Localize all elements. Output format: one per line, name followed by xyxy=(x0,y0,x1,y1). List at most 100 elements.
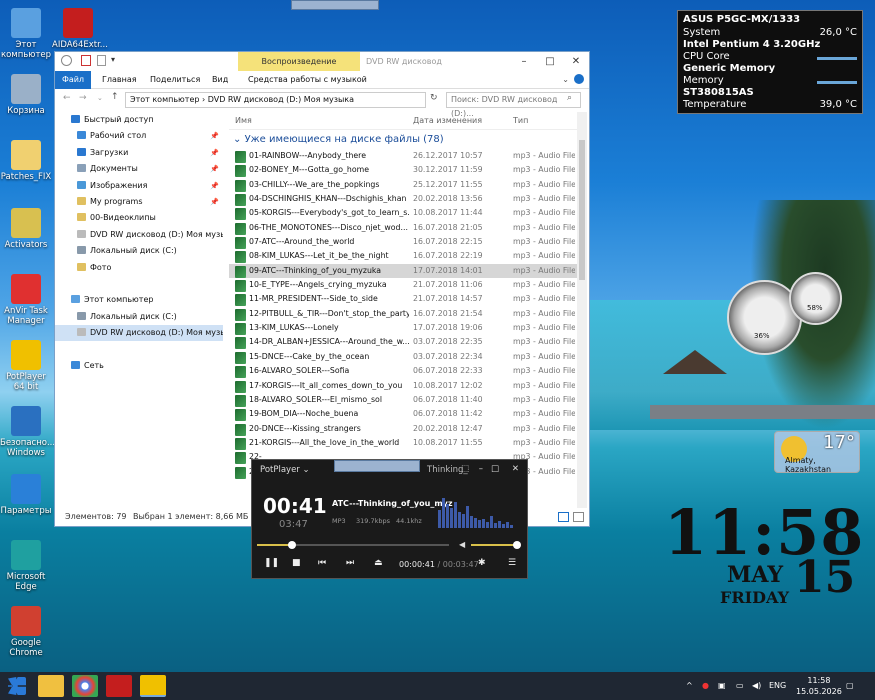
recent-icon[interactable]: ⌄ xyxy=(97,94,103,102)
tray-network-icon[interactable]: ▭ xyxy=(736,672,744,700)
tab-view[interactable]: Вид xyxy=(205,71,235,89)
pin-icon[interactable]: 📌 xyxy=(210,161,219,177)
tray-app-icon[interactable]: ▣ xyxy=(718,672,726,700)
nav-item[interactable]: DVD RW дисковод (D:) Моя музыка xyxy=(55,227,223,243)
desktop-icon[interactable]: Activators xyxy=(0,208,52,250)
nav-item[interactable]: Локальный диск (C:) xyxy=(55,309,223,325)
maximize-icon[interactable]: □ xyxy=(491,464,499,474)
previous-icon[interactable]: ⏮ xyxy=(318,558,326,568)
file-row[interactable]: 21-KORGIS---All_the_love_in_the_world 10.… xyxy=(229,436,577,450)
file-row[interactable]: 13-KIM_LUKAS---Lonely 17.07.2018 19:06 mp3… xyxy=(229,321,577,336)
file-row[interactable]: 16-ALVARO_SOLER---Sofia 06.07.2018 22:33 m… xyxy=(229,364,577,379)
nav-item[interactable]: Изображения 📌 xyxy=(55,178,223,194)
maximize-icon[interactable]: □ xyxy=(537,52,563,71)
file-row[interactable]: 05-KORGIS---Everybody's_got_to_learn_s..… xyxy=(229,206,577,221)
start-icon[interactable] xyxy=(8,677,26,695)
qat-dropdown[interactable]: ▾ xyxy=(111,55,115,64)
floating-window-strip[interactable] xyxy=(291,0,379,10)
refresh-icon[interactable]: ↻ xyxy=(430,93,438,103)
taskbar-chrome-icon[interactable] xyxy=(72,675,98,697)
desktop-icon[interactable]: AnVir Task Manager xyxy=(0,274,52,326)
memory-gauge[interactable]: 58% xyxy=(789,272,842,325)
help-icon[interactable] xyxy=(574,74,584,84)
scrollbar-thumb[interactable] xyxy=(579,140,585,280)
tray-clock[interactable]: 11:58 15.05.2026 xyxy=(796,675,842,697)
pin-icon[interactable]: 📌 xyxy=(210,128,219,144)
file-row[interactable]: 07-ATC---Around_the_world 16.07.2018 22:1… xyxy=(229,235,577,250)
pin-icon[interactable]: ⬚ xyxy=(461,464,469,474)
search-input[interactable]: Поиск: DVD RW дисковод (D:)... xyxy=(446,92,581,118)
nav-item[interactable]: My programs 📌 xyxy=(55,194,223,210)
file-row[interactable]: 10-E_TYPE---Angels_crying_myzuka 21.07.20… xyxy=(229,278,577,293)
desktop-icon[interactable]: Google Chrome xyxy=(0,606,52,658)
nav-item[interactable]: DVD RW дисковод (D:) Моя музыка xyxy=(55,325,223,342)
file-row[interactable]: 14-DR_ALBAN+JESSICA---Around_the_w... 03.… xyxy=(229,335,577,350)
close-icon[interactable]: ✕ xyxy=(512,464,519,474)
desktop-icon[interactable]: Patches_FIX xyxy=(0,140,52,182)
properties-icon[interactable] xyxy=(81,55,91,66)
eject-icon[interactable]: ⏏ xyxy=(374,558,383,568)
tray-volume-icon[interactable]: ◀) xyxy=(752,672,761,700)
column-type[interactable]: Тип xyxy=(513,116,528,125)
file-row[interactable]: 03-CHILLY---We_are_the_popkings 25.12.201… xyxy=(229,178,577,192)
next-icon[interactable]: ⏭ xyxy=(346,558,354,568)
tray-anvir-icon[interactable]: ● xyxy=(702,672,709,700)
pin-icon[interactable]: 📌 xyxy=(210,178,219,194)
tab-music-tools[interactable]: Средства работы с музыкой xyxy=(241,71,374,89)
taskbar-explorer-icon[interactable] xyxy=(38,675,64,697)
file-row[interactable]: 20-DNCE---Kissing_strangers 20.02.2018 12… xyxy=(229,422,577,436)
tab-share[interactable]: Поделиться xyxy=(143,71,207,89)
file-row[interactable]: 01-RAINBOW---Anybody_there 26.12.2017 10:… xyxy=(229,149,577,163)
taskbar-aida-icon[interactable] xyxy=(106,675,132,697)
tiles-view-icon[interactable] xyxy=(573,512,584,522)
file-row[interactable]: 17-KORGIS---It_all_comes_down_to_you 10.0… xyxy=(229,379,577,393)
nav-item[interactable]: Рабочий стол 📌 xyxy=(55,128,223,144)
volume-slider[interactable] xyxy=(471,541,521,549)
up-icon[interactable]: ↑ xyxy=(111,92,119,102)
search-icon[interactable]: ⌕ xyxy=(567,93,572,103)
vertical-scrollbar[interactable] xyxy=(577,112,587,508)
nav-item[interactable]: Этот компьютер xyxy=(55,292,223,308)
details-view-icon[interactable] xyxy=(558,512,569,522)
desktop-icon[interactable]: Этот компьютер xyxy=(0,8,52,60)
desktop-icon[interactable]: Microsoft Edge xyxy=(0,540,52,592)
desktop-icon[interactable]: Параметры xyxy=(0,474,52,516)
file-row[interactable]: 11-MR_PRESIDENT---Side_to_side 21.07.2018… xyxy=(229,292,577,307)
nav-item[interactable]: Документы 📌 xyxy=(55,161,223,177)
back-icon[interactable]: ← xyxy=(63,93,71,103)
volume-handle[interactable] xyxy=(513,541,521,549)
volume-icon[interactable]: ◀ xyxy=(459,540,465,549)
system-monitor-gadget[interactable]: ASUS P5GC-MX/1333 System 26,0 °C Intel P… xyxy=(677,10,863,114)
minimize-icon[interactable]: – xyxy=(479,464,483,474)
tray-language[interactable]: ENG xyxy=(769,672,786,700)
nav-item[interactable]: Фото xyxy=(55,260,223,276)
context-tab-playback[interactable]: Воспроизведение xyxy=(238,52,360,72)
desktop-icon[interactable]: AIDA64Extr... xyxy=(52,8,108,50)
minimize-icon[interactable]: – xyxy=(511,52,537,71)
file-row[interactable]: 04-DSCHINGHIS_KHAN---Dschighis_khan 20.02… xyxy=(229,192,577,207)
nav-item[interactable]: Быстрый доступ xyxy=(55,112,223,128)
nav-item[interactable]: Загрузки 📌 xyxy=(55,145,223,161)
file-row[interactable]: 15-DNCE---Cake_by_the_ocean 03.07.2018 22… xyxy=(229,350,577,364)
weather-gadget[interactable]: 17° Almaty, Kazakhstan xyxy=(774,431,860,474)
notifications-icon[interactable]: ▢ xyxy=(846,672,854,700)
file-row[interactable]: 12-PITBULL_&_TIR---Don't_stop_the_party 1… xyxy=(229,307,577,321)
seek-bar[interactable] xyxy=(257,541,449,549)
file-row[interactable]: 06-THE_MONOTONES---Disco_njet_wod... 16.0… xyxy=(229,221,577,235)
ribbon-expand-icon[interactable]: ⌄ xyxy=(562,75,569,84)
player-menu[interactable]: PotPlayer ⌄ xyxy=(260,465,310,475)
taskbar-potplayer-icon[interactable] xyxy=(140,675,166,697)
forward-icon[interactable]: → xyxy=(79,93,87,103)
nav-item[interactable]: Сеть xyxy=(55,358,223,374)
new-folder-icon[interactable] xyxy=(97,55,106,66)
stop-icon[interactable]: ■ xyxy=(292,558,301,568)
file-row[interactable]: 02-BONEY_M---Gotta_go_home 30.12.2017 11:… xyxy=(229,163,577,178)
nav-item[interactable]: Локальный диск (C:) xyxy=(55,243,223,259)
tab-home[interactable]: Главная xyxy=(95,71,144,89)
file-row[interactable]: 19-BOM_DIA---Noche_buena 06.07.2018 11:42… xyxy=(229,407,577,422)
group-header[interactable]: ⌄ Уже имеющиеся на диске файлы (78) xyxy=(229,130,577,149)
tab-file[interactable]: Файл xyxy=(55,71,91,89)
player-mini-toolbar[interactable] xyxy=(334,460,420,472)
pin-icon[interactable]: 📌 xyxy=(210,194,219,210)
pin-icon[interactable]: 📌 xyxy=(210,145,219,161)
